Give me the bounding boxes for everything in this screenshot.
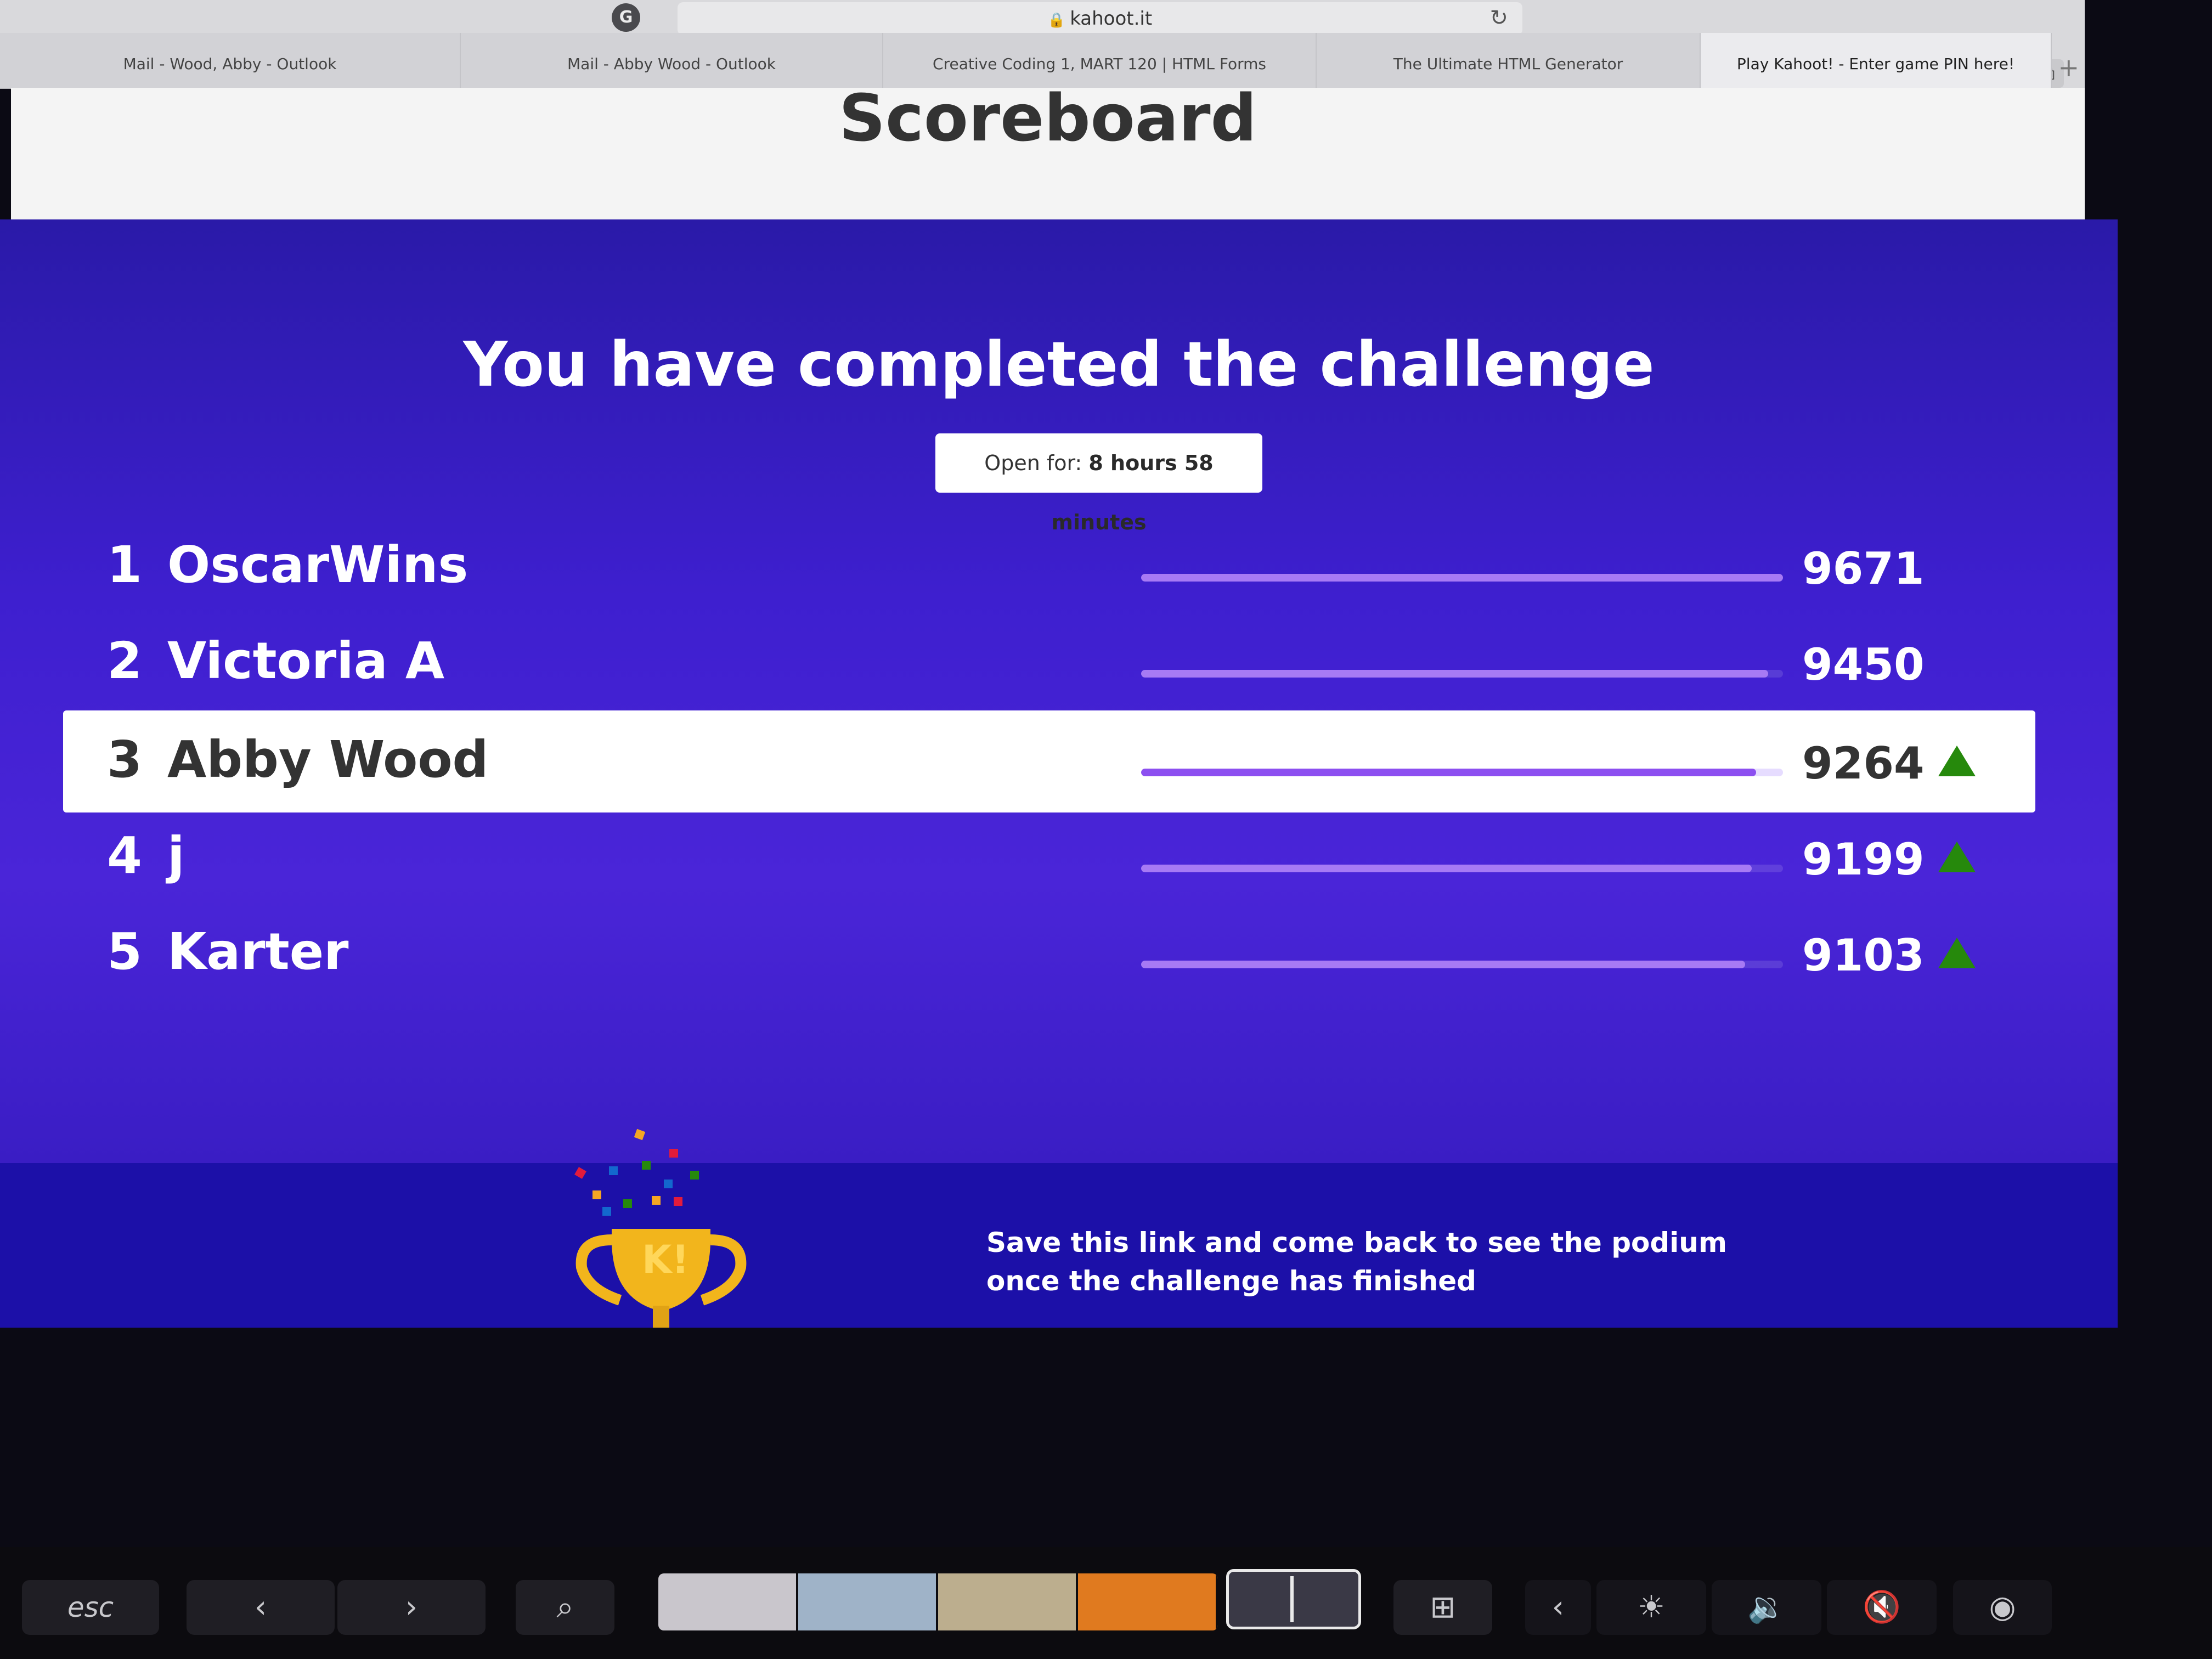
chevron-left-icon: ‹ [254, 1589, 267, 1625]
score-bar-fill [1141, 961, 1745, 968]
svg-text:K!: K! [642, 1237, 689, 1282]
url-text: kahoot.it [1070, 8, 1153, 30]
rank-number: 3 [107, 730, 143, 789]
url-display: 🔒 kahoot.it [678, 8, 1522, 30]
open-for-label: Open for: [984, 451, 1082, 475]
lock-icon: 🔒 [1047, 12, 1066, 29]
score-bar [1141, 865, 1783, 872]
podium-footer: K! Save this link and come back to see t… [0, 1128, 2118, 1328]
esc-key[interactable]: esc [22, 1580, 159, 1635]
tab-label: The Ultimate HTML Generator [1393, 55, 1623, 73]
touch-bar: esc ‹ › ⌕ ⊞ ‹ ☀ 🔉 🔇 ◉ [0, 1547, 2212, 1659]
score-bar [1141, 769, 1783, 776]
chevron-left-icon: ‹ [1551, 1589, 1565, 1625]
new-tab-icon: ⊞ [1430, 1589, 1456, 1625]
page-title: Scoreboard [838, 80, 1257, 156]
grammarly-extension-icon[interactable]: G [612, 3, 640, 32]
tab-label: Mail - Wood, Abby - Outlook [123, 55, 337, 73]
score-value: 9450 [1802, 639, 1925, 690]
tab-html-generator[interactable]: The Ultimate HTML Generator [1317, 33, 1701, 88]
tab-label: Creative Coding 1, MART 120 | HTML Forms [933, 55, 1266, 73]
tab-label: Play Kahoot! - Enter game PIN here! [1736, 55, 2015, 73]
tab-thumbnail[interactable] [658, 1573, 798, 1630]
player-name: j [167, 826, 185, 885]
rank-number: 2 [107, 631, 143, 690]
score-value: 9103 [1802, 930, 1925, 981]
rank-up-arrow-icon [1938, 842, 1976, 872]
tab-outlook-abby-wood[interactable]: Mail - Abby Wood - Outlook [461, 33, 883, 88]
player-name: Abby Wood [167, 730, 489, 789]
split-view-thumbnail[interactable] [1226, 1569, 1361, 1629]
score-bar-fill [1141, 574, 1783, 582]
score-bar-fill [1141, 769, 1756, 776]
score-value: 9199 [1802, 834, 1925, 885]
mute-icon: 🔇 [1863, 1589, 1901, 1625]
search-icon: ⌕ [556, 1589, 574, 1625]
new-tab-button[interactable]: + [2058, 53, 2079, 82]
collapse-key[interactable]: ‹ [1525, 1580, 1591, 1635]
score-bar [1141, 574, 1783, 582]
address-bar[interactable]: 🔒 kahoot.it ↻ [678, 2, 1522, 35]
leaderboard-row: 2 Victoria A 9450 [63, 612, 2035, 714]
rank-up-arrow-icon [1938, 746, 1976, 776]
trophy-confetti-icon: K! [574, 1128, 747, 1328]
browser-chrome: G 🔒kahoot.it ↻ ⬇ ⇪ ⧉ Mail - Wood, Abby -… [0, 0, 2085, 89]
score-value: 9264 [1802, 738, 1925, 789]
chevron-right-icon: › [405, 1589, 418, 1625]
player-name: Victoria A [167, 631, 445, 690]
volume-key[interactable]: 🔉 [1712, 1580, 1821, 1635]
rank-number: 1 [107, 535, 143, 594]
new-tab-key[interactable]: ⊞ [1393, 1580, 1492, 1635]
open-for-badge: Open for: 8 hours 58 minutes [935, 433, 1262, 534]
search-key[interactable]: ⌕ [516, 1580, 614, 1635]
completion-headline: You have completed the challenge [463, 329, 1655, 400]
siri-icon: ◉ [1989, 1589, 2016, 1625]
tab-thumbnail[interactable] [1078, 1573, 1218, 1630]
footer-message-line1: Save this link and come back to see the … [986, 1227, 1727, 1259]
rank-number: 5 [107, 922, 143, 981]
siri-key[interactable]: ◉ [1953, 1580, 2052, 1635]
player-name: Karter [167, 922, 349, 981]
back-key[interactable]: ‹ [187, 1580, 335, 1635]
tab-play-kahoot[interactable]: Play Kahoot! - Enter game PIN here! [1701, 33, 2052, 88]
footer-message: Save this link and come back to see the … [986, 1223, 1754, 1300]
rank-up-arrow-icon [1938, 938, 1976, 968]
tab-creative-coding[interactable]: Creative Coding 1, MART 120 | HTML Forms [883, 33, 1317, 88]
brightness-key[interactable]: ☀ [1596, 1580, 1706, 1635]
brightness-icon: ☀ [1637, 1589, 1666, 1625]
score-bar [1141, 961, 1783, 968]
rank-number: 4 [107, 826, 143, 885]
leaderboard-row: 1 OscarWins 9671 [63, 516, 2035, 618]
volume-icon: 🔉 [1747, 1589, 1786, 1625]
scoreboard-panel: You have completed the challenge Open fo… [0, 219, 2118, 1163]
tab-thumbnails[interactable] [658, 1573, 1218, 1630]
forward-key[interactable]: › [337, 1580, 486, 1635]
score-bar-fill [1141, 670, 1769, 678]
score-value: 9671 [1802, 543, 1925, 594]
score-bar [1141, 670, 1783, 678]
leaderboard-row-current-player: 3 Abby Wood 9264 [63, 710, 2035, 812]
score-bar-fill [1141, 865, 1752, 872]
tab-outlook-wood-abby[interactable]: Mail - Wood, Abby - Outlook [0, 33, 461, 88]
leaderboard-row: 4 j 9199 [63, 806, 2035, 909]
mute-key[interactable]: 🔇 [1827, 1580, 1937, 1635]
tab-thumbnail[interactable] [938, 1573, 1078, 1630]
tab-label: Mail - Abby Wood - Outlook [567, 55, 776, 73]
tab-strip: Mail - Wood, Abby - Outlook Mail - Abby … [0, 33, 2085, 88]
kahoot-header: Scoreboard [11, 80, 2085, 219]
reload-icon[interactable]: ↻ [1489, 5, 1508, 31]
footer-message-line2: once the challenge has finished [986, 1265, 1476, 1297]
leaderboard-row: 5 Karter 9103 [63, 902, 2035, 1005]
player-name: OscarWins [167, 535, 469, 594]
tab-thumbnail[interactable] [798, 1573, 938, 1630]
